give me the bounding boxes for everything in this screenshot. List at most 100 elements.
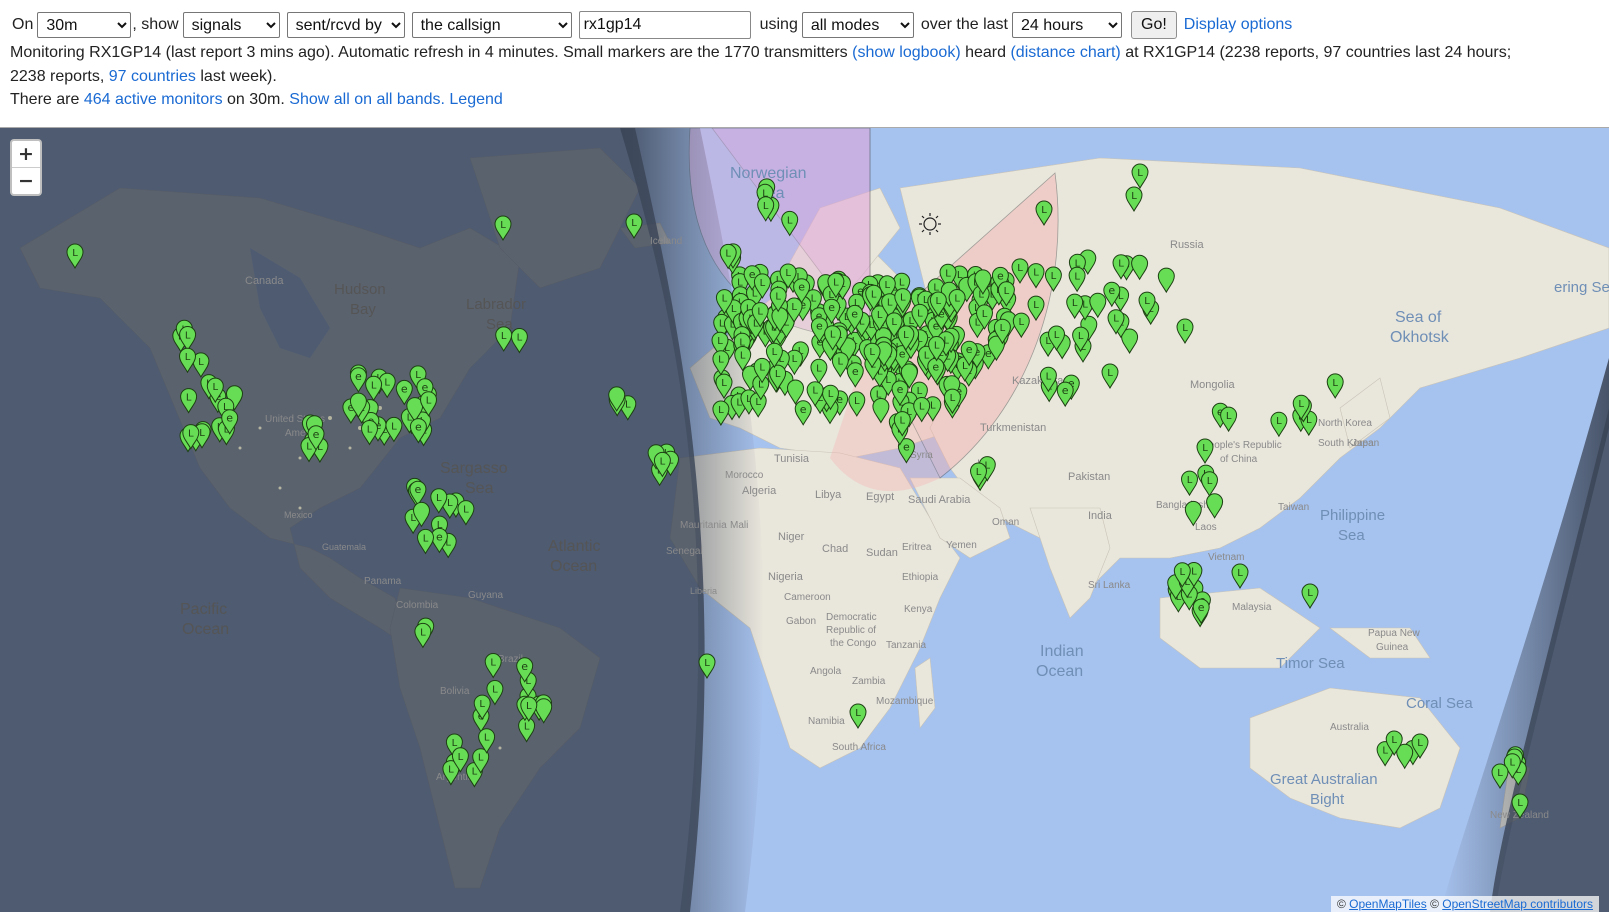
label-egypt: Egypt (866, 491, 894, 503)
label-niger: Niger (778, 531, 805, 543)
world-map[interactable]: L e (0, 127, 1609, 912)
label-pakistan: Pakistan (1068, 471, 1110, 483)
label-guyana: Guyana (468, 590, 503, 601)
label-bight2: Bight (1310, 791, 1345, 808)
label-kenya: Kenya (904, 604, 933, 615)
label-saudi: Saudi Arabia (908, 494, 971, 506)
zoom-out-button[interactable]: − (12, 167, 40, 194)
label-atlantic2: Ocean (550, 558, 597, 575)
label-colombia: Colombia (396, 600, 439, 611)
label-russia: Russia (1170, 239, 1205, 251)
label-canada: Canada (245, 275, 284, 287)
label-northkorea: North Korea (1318, 418, 1372, 429)
label-turkmenistan: Turkmenistan (980, 422, 1046, 434)
label-atlantic1: Atlantic (548, 538, 600, 555)
label-bay: Bay (350, 301, 376, 318)
label-china2: of China (1220, 454, 1258, 465)
label-taiwan: Taiwan (1278, 502, 1309, 513)
label-libya: Libya (815, 489, 842, 501)
openmaptiles-link[interactable]: OpenMapTiles (1349, 897, 1427, 911)
mode-select[interactable]: all modes (801, 12, 914, 38)
label-mozambique: Mozambique (876, 696, 934, 707)
label-angola: Angola (810, 666, 842, 677)
label-philippine1: Philippine (1320, 507, 1385, 524)
band-select[interactable]: 30m (37, 12, 132, 38)
label-sargasso2: Sea (465, 480, 494, 497)
show-all-bands-link[interactable]: Show all on all bands. (289, 91, 445, 108)
target-select[interactable]: the callsign (411, 12, 572, 38)
label-labrador: Labrador (466, 296, 526, 313)
monitors-status: There are 464 active monitors on 30m. Sh… (10, 88, 503, 112)
label-china1: People's Republic (1202, 440, 1282, 451)
heard-text: heard (965, 44, 1007, 61)
label-timor: Timor Sea (1276, 655, 1345, 672)
using-label: using (759, 16, 798, 33)
label-yemen: Yemen (946, 540, 977, 551)
display-options-link[interactable]: Display options (1184, 13, 1293, 37)
over-last-label: over the last (920, 16, 1008, 33)
control-panel: On 30m , show signals sent/rcvd by the c… (0, 0, 1609, 127)
show-logbook-link[interactable]: (show logbook) (852, 44, 961, 61)
label-senegal: Senegal (666, 546, 703, 557)
label-bight1: Great Australian (1270, 771, 1378, 788)
direction-select[interactable]: sent/rcvd by (286, 12, 405, 38)
label-australia: Australia (1330, 722, 1369, 733)
label-hudson: Hudson (334, 281, 386, 298)
label-bering: ering Se (1554, 279, 1609, 296)
label-drc2: Republic of (826, 625, 876, 636)
label-drc1: Democratic (826, 612, 877, 623)
legend-link[interactable]: Legend (449, 91, 502, 108)
label-southafrica: South Africa (832, 742, 886, 753)
active-monitors-link[interactable]: 464 active monitors (84, 91, 223, 108)
label-okhotsk2: Okhotsk (1390, 329, 1450, 346)
label-zambia: Zambia (852, 676, 886, 687)
label-tanzania: Tanzania (886, 640, 926, 651)
label-malaysia: Malaysia (1232, 602, 1272, 613)
label-tunisia: Tunisia (774, 453, 810, 465)
label-mexico: Mexico (284, 510, 313, 520)
map-attribution: © OpenMapTiles © OpenStreetMap contribut… (1330, 896, 1599, 912)
label-coral: Coral Sea (1406, 695, 1473, 712)
label-pacific1: Pacific (180, 601, 227, 618)
map-canvas[interactable]: L e (0, 128, 1609, 912)
label-indian1: Indian (1040, 643, 1084, 660)
label-algeria: Algeria (742, 485, 777, 497)
label-eritrea: Eritrea (902, 542, 932, 553)
label-papua2: Guinea (1376, 642, 1409, 653)
label-vietnam: Vietnam (1208, 552, 1245, 563)
countries-link[interactable]: 97 countries (109, 68, 196, 85)
label-mongolia: Mongolia (1190, 379, 1236, 391)
label-japan: Japan (1352, 438, 1379, 449)
label-cameroon: Cameroon (784, 592, 831, 603)
go-button[interactable]: Go! (1131, 11, 1177, 39)
label-sargasso1: Sargasso (440, 460, 508, 477)
last-week-text: last week). (200, 68, 277, 85)
distance-chart-link[interactable]: (distance chart) (1010, 44, 1120, 61)
label-philippine2: Sea (1338, 527, 1365, 544)
label-oman: Oman (992, 517, 1019, 528)
label-papua1: Papua New (1368, 628, 1420, 639)
label-sudan: Sudan (866, 547, 898, 559)
label-pacific2: Ocean (182, 621, 229, 638)
label-india: India (1088, 510, 1113, 522)
on-label: On (12, 16, 34, 33)
query-controls: On 30m , show signals sent/rcvd by the c… (9, 11, 1292, 39)
label-ethiopia: Ethiopia (902, 572, 939, 583)
period-select[interactable]: 24 hours (1012, 12, 1122, 38)
copyright-symbol: © (1336, 897, 1346, 911)
openstreetmap-link[interactable]: OpenStreetMap contributors (1442, 897, 1593, 911)
zoom-in-button[interactable]: + (12, 141, 40, 167)
show-select[interactable]: signals (182, 12, 280, 38)
zoom-control: + − (10, 139, 42, 196)
callsign-input[interactable] (578, 11, 751, 39)
label-nigeria: Nigeria (768, 571, 804, 583)
label-chad: Chad (822, 543, 848, 555)
label-indian2: Ocean (1036, 663, 1083, 680)
copyright-symbol-2: © (1430, 897, 1439, 911)
label-guatemala: Guatemala (322, 542, 366, 552)
label-mali: Mali (730, 520, 748, 531)
on-band-text: on 30m. (227, 91, 285, 108)
monitoring-text: Monitoring RX1GP14 (last report 3 mins a… (10, 44, 848, 61)
label-okhotsk1: Sea of (1395, 309, 1442, 326)
label-namibia: Namibia (808, 716, 845, 727)
